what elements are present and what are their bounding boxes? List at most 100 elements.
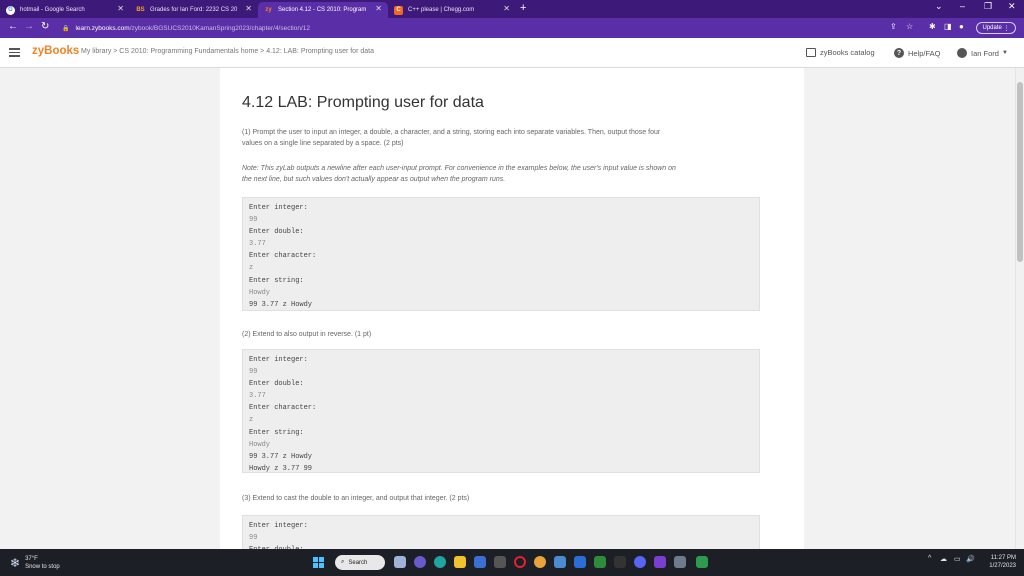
user-input-line: z	[249, 264, 254, 273]
weather-widget[interactable]: ❄ 37°F Snow to stop	[10, 555, 60, 571]
update-button[interactable]: Update ⋮	[976, 22, 1016, 34]
reload-icon[interactable]: ↻	[41, 21, 49, 32]
tab-search-chevron-icon[interactable]: ⌄	[935, 1, 943, 12]
user-menu[interactable]: Ian Ford ▼	[957, 48, 1008, 58]
search-icon: ⌕	[341, 559, 345, 565]
note-paragraph: Note: This zyLab outputs a newline after…	[242, 163, 762, 185]
spreadsheet-icon[interactable]	[696, 556, 708, 568]
snow-icon: ❄	[10, 556, 21, 570]
zybooks-header: zyBooks My library > CS 2010: Programmin…	[0, 38, 1024, 68]
task-view-icon[interactable]	[394, 556, 406, 568]
extensions-puzzle-icon[interactable]: ✱	[929, 22, 936, 31]
close-tab-icon[interactable]: ✕	[503, 4, 510, 13]
note-line: Note: This zyLab outputs a newline after…	[242, 165, 676, 172]
profile-avatar[interactable]: ●	[959, 22, 964, 31]
bookmark-star-icon[interactable]: ☆	[906, 22, 913, 31]
tab-label: Grades for Ian Ford: 2232 CS 20	[150, 7, 238, 13]
clock-time: 11:27 PM	[990, 555, 1016, 561]
url-host: learn.zybooks.com	[75, 24, 130, 32]
example-output-3: Enter integer:99Enter double:	[242, 515, 760, 549]
intro-line: (1) Prompt the user to input an integer,…	[242, 129, 661, 136]
edge-icon[interactable]	[434, 556, 446, 568]
minimize-icon[interactable]: –	[960, 1, 965, 11]
volume-icon[interactable]: 🔊	[966, 555, 975, 563]
new-tab-button[interactable]: +	[520, 2, 526, 14]
google-icon: G	[6, 5, 15, 15]
network-icon[interactable]: ▭	[954, 555, 961, 563]
calculator-icon[interactable]	[494, 556, 506, 568]
taskbar-search[interactable]: ⌕ Search	[335, 555, 385, 570]
address-bar[interactable]: 🔒 learn.zybooks.com/zybook/BGSUCS2010Kam…	[56, 21, 896, 35]
user-icon	[957, 48, 967, 58]
minecraft-icon[interactable]	[594, 556, 606, 568]
zybooks-logo[interactable]: zyBooks	[32, 45, 79, 57]
onedrive-icon[interactable]: ☁	[940, 555, 947, 563]
tab-grades[interactable]: BS Grades for Ian Ford: 2232 CS 20 ✕	[130, 2, 258, 18]
tab-google-search[interactable]: G hotmail - Google Search ✕	[0, 2, 130, 18]
store-icon[interactable]	[474, 556, 486, 568]
prompt-line: Enter character:	[249, 404, 317, 413]
chat-icon[interactable]	[414, 556, 426, 568]
user-name: Ian Ford	[971, 48, 999, 58]
prompt-line: Enter character:	[249, 252, 317, 261]
tab-label: hotmail - Google Search	[20, 7, 85, 13]
file-explorer-icon[interactable]	[454, 556, 466, 568]
user-input-line: 99	[249, 534, 258, 543]
close-tab-icon[interactable]: ✕	[245, 4, 252, 13]
user-input-line: 3.77	[249, 240, 266, 249]
url-path: /zybook/BGSUCS2010KamanSpring2023/chapte…	[129, 24, 310, 32]
user-input-line: 99	[249, 368, 258, 377]
taskbar-clock[interactable]: 11:27 PM 1/27/2023	[982, 554, 1016, 570]
restore-icon[interactable]: ❐	[984, 1, 992, 12]
example-output-2: Enter integer: 99 Enter double: 3.77 Enter c…	[242, 349, 760, 473]
discord-icon[interactable]	[634, 556, 646, 568]
clock-date: 1/27/2023	[989, 563, 1016, 569]
zybooks-catalog-link[interactable]: zyBooks catalog	[806, 48, 875, 57]
part3-text: (3) Extend to cast the double to an inte…	[242, 495, 470, 502]
epic-games-icon[interactable]	[614, 556, 626, 568]
prompt-line: Enter string:	[249, 276, 304, 285]
catalog-icon	[806, 48, 816, 57]
tab-label: C++ please | Chegg.com	[408, 7, 475, 13]
windows-start-icon[interactable]	[313, 557, 324, 568]
sidebar-icon[interactable]: ◨	[944, 22, 952, 31]
page-scrollbar[interactable]	[1015, 68, 1024, 549]
browser-toolbar: ← → ↻ 🔒 learn.zybooks.com/zybook/BGSUCS2…	[0, 18, 1024, 38]
chevron-down-icon: ▼	[1001, 50, 1008, 56]
tab-chegg[interactable]: C C++ please | Chegg.com ✕	[388, 2, 516, 18]
close-tab-icon[interactable]: ✕	[117, 4, 124, 13]
share-icon[interactable]: ⇪	[890, 22, 897, 31]
user-input-line: z	[249, 416, 254, 425]
help-faq-link[interactable]: ? Help/FAQ	[894, 48, 941, 58]
teams-icon[interactable]	[674, 556, 686, 568]
prompt-line: Enter double:	[249, 380, 304, 389]
prompt-line: Enter double:	[249, 228, 304, 237]
close-tab-icon[interactable]: ✕	[375, 4, 382, 13]
brightspace-icon: BS	[136, 7, 145, 13]
app-arc-icon[interactable]	[574, 556, 586, 568]
opera-icon[interactable]	[514, 556, 526, 568]
help-label: Help/FAQ	[908, 48, 941, 58]
visual-studio-icon[interactable]	[654, 556, 666, 568]
intro-line: values on a single line separated by a s…	[242, 140, 404, 147]
back-arrow-icon[interactable]: ←	[8, 21, 18, 32]
steam-icon[interactable]	[554, 556, 566, 568]
tab-label: Section 4.12 - CS 2010: Program	[278, 7, 367, 13]
forward-arrow-icon[interactable]: →	[24, 21, 34, 32]
chegg-icon: C	[394, 5, 403, 15]
close-window-icon[interactable]: ✕	[1008, 1, 1016, 12]
user-input-line: Howdy	[249, 288, 271, 297]
user-input-line: 99	[249, 216, 258, 225]
browser-tab-strip: G hotmail - Google Search ✕ BS Grades fo…	[0, 0, 1024, 18]
breadcrumb[interactable]: My library > CS 2010: Programming Fundam…	[81, 48, 374, 55]
hamburger-menu-icon[interactable]	[9, 48, 20, 57]
chevron-up-icon[interactable]: ^	[928, 555, 931, 562]
prompt-line: Enter integer:	[249, 356, 308, 364]
page-title: 4.12 LAB: Prompting user for data	[242, 94, 484, 111]
lab-content: 4.12 LAB: Prompting user for data (1) Pr…	[220, 68, 804, 549]
weather-temp: 37°F	[25, 556, 38, 562]
scrollbar-thumb[interactable]	[1017, 82, 1023, 262]
chrome-icon[interactable]	[534, 556, 546, 568]
tab-section-4-12[interactable]: zy Section 4.12 - CS 2010: Program ✕	[258, 2, 388, 18]
program-output-line: Howdy z 3.77 99	[249, 464, 313, 473]
